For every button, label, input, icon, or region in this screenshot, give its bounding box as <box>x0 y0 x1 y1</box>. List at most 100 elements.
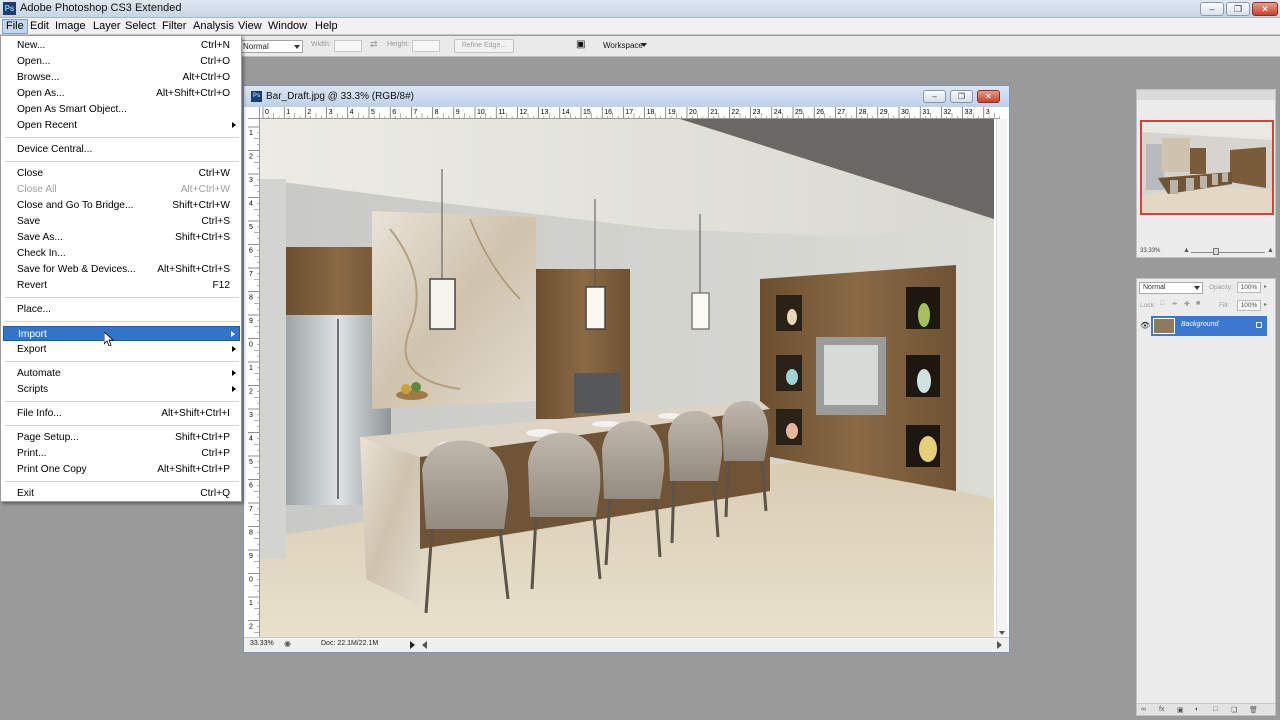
style-mode-select[interactable]: Normal <box>240 40 303 53</box>
delete-layer-icon[interactable]: 🗑 <box>1249 706 1258 714</box>
swap-icon[interactable]: ⇄ <box>370 39 378 50</box>
ruler-label: 2 <box>249 624 253 631</box>
navigator-panel-header[interactable] <box>1137 90 1275 100</box>
menu-select[interactable]: Select <box>122 19 159 34</box>
menu-item-scripts[interactable]: Scripts <box>3 382 240 397</box>
layer-visibility-eye-icon[interactable]: 👁 <box>1140 321 1150 330</box>
scroll-down-icon[interactable] <box>999 631 1005 635</box>
new-layer-icon[interactable]: ❏ <box>1231 706 1237 714</box>
blend-mode-select[interactable]: Normal <box>1139 282 1203 294</box>
menu-image[interactable]: Image <box>52 19 89 34</box>
lock-position-icon[interactable]: ✚ <box>1184 300 1190 308</box>
ruler-horizontal[interactable]: 0 1 2 3 4 5 6 7 8 9 10 11 12 13 14 15 16 17 18 19 20 21 22 23 24… <box>260 107 1000 119</box>
layer-style-icon[interactable]: fx <box>1159 706 1164 713</box>
ruler-vertical[interactable]: 1 2 3 4 5 6 7 8 9 0 1 2 3 4 5 6 7 8 9 0 1 2 <box>248 119 260 637</box>
ruler-label: 1 <box>249 365 253 372</box>
menu-item-exit[interactable]: Exit Ctrl+Q <box>3 486 240 501</box>
menu-filter[interactable]: Filter <box>159 19 189 34</box>
menu-separator <box>5 321 239 322</box>
doc-restore-button[interactable]: ❐ <box>950 90 973 103</box>
close-button[interactable]: ✕ <box>1252 2 1278 16</box>
menu-window[interactable]: Window <box>265 19 310 34</box>
menu-layer[interactable]: Layer <box>90 19 124 34</box>
menu-item-print-one-copy[interactable]: Print One Copy Alt+Shift+Ctrl+P <box>3 462 240 477</box>
ruler-label: 3 <box>249 412 253 419</box>
restore-button[interactable]: ❐ <box>1226 2 1250 16</box>
zoom-slider-track[interactable] <box>1191 252 1265 253</box>
menu-item-open-recent[interactable]: Open Recent <box>3 118 240 133</box>
lock-image-icon[interactable]: ✒ <box>1172 300 1178 308</box>
document-title-bar[interactable]: Ps Bar_Draft.jpg @ 33.3% (RGB/8#) – ❐ ✕ <box>244 86 1009 107</box>
minimize-button[interactable]: – <box>1200 2 1224 16</box>
menu-item-automate[interactable]: Automate <box>3 366 240 381</box>
ruler-label: 6 <box>249 483 253 490</box>
menu-item-close[interactable]: Close Ctrl+W <box>3 166 240 181</box>
menu-item-file-info[interactable]: File Info... Alt+Shift+Ctrl+I <box>3 406 240 421</box>
navigator-zoom-value[interactable]: 33.33% <box>1140 248 1160 254</box>
document-canvas[interactable] <box>260 119 994 637</box>
menu-item-shortcut: Ctrl+S <box>201 216 230 227</box>
link-layers-icon[interactable]: ∞ <box>1141 706 1146 713</box>
menu-view[interactable]: View <box>235 19 265 34</box>
zoom-level[interactable]: 33.33% <box>250 640 274 647</box>
menu-item-close-and-go-to-bridge[interactable]: Close and Go To Bridge... Shift+Ctrl+W <box>3 198 240 213</box>
ruler-label: 5 <box>371 109 375 116</box>
menu-item-save-as[interactable]: Save As... Shift+Ctrl+S <box>3 230 240 245</box>
menu-analysis[interactable]: Analysis <box>190 19 237 34</box>
lock-transparent-icon[interactable]: □ <box>1160 300 1164 307</box>
menu-item-import[interactable]: Import <box>3 326 240 341</box>
scroll-right-icon[interactable] <box>997 641 1002 649</box>
workspace-button[interactable]: Workspace <box>603 41 643 50</box>
menu-item-check-in[interactable]: Check In... <box>3 246 240 261</box>
ruler-label: 4 <box>249 436 253 443</box>
status-menu-arrow-icon[interactable] <box>410 641 415 649</box>
layer-row-background[interactable]: Background <box>1151 316 1267 336</box>
palette-well-icon[interactable]: ▣ <box>576 39 585 50</box>
layer-mask-icon[interactable]: ▣ <box>1177 706 1184 714</box>
width-field[interactable] <box>334 40 362 52</box>
menu-item-save-for-web-devices[interactable]: Save for Web & Devices... Alt+Shift+Ctrl+… <box>3 262 240 277</box>
menu-item-place[interactable]: Place... <box>3 302 240 317</box>
zoom-slider-handle[interactable] <box>1213 248 1219 255</box>
ruler-origin[interactable] <box>248 107 260 119</box>
menu-item-browse[interactable]: Browse... Alt+Ctrl+O <box>3 70 240 85</box>
menu-item-open-as-smart-object[interactable]: Open As Smart Object... <box>3 102 240 117</box>
opacity-label: Opacity: <box>1209 284 1233 291</box>
refine-edge-button[interactable]: Refine Edge... <box>454 39 514 53</box>
menu-help[interactable]: Help <box>312 19 341 34</box>
new-group-icon[interactable]: □ <box>1213 706 1217 713</box>
lock-all-icon[interactable]: ■ <box>1196 300 1200 307</box>
navigator-thumbnail[interactable] <box>1140 120 1274 215</box>
menu-item-export[interactable]: Export <box>3 342 240 357</box>
menu-separator <box>5 425 239 426</box>
menu-file[interactable]: File <box>2 19 28 34</box>
menu-item-page-setup[interactable]: Page Setup... Shift+Ctrl+P <box>3 430 240 445</box>
height-field[interactable] <box>412 40 440 52</box>
status-preview-icon[interactable]: ◉ <box>284 639 291 648</box>
menu-item-shortcut: Shift+Ctrl+W <box>172 200 230 211</box>
menu-edit[interactable]: Edit <box>27 19 52 34</box>
zoom-in-icon[interactable]: ▲ <box>1267 247 1274 254</box>
ruler-label: 10 <box>477 109 485 116</box>
doc-close-button[interactable]: ✕ <box>977 90 1000 103</box>
menu-item-new[interactable]: New... Ctrl+N <box>3 38 240 53</box>
adjustment-layer-icon[interactable]: ◐ <box>1195 706 1199 713</box>
opacity-arrow-icon[interactable]: ▸ <box>1264 283 1267 290</box>
menu-item-print[interactable]: Print... Ctrl+P <box>3 446 240 461</box>
scroll-left-icon[interactable] <box>422 641 427 649</box>
menu-item-revert[interactable]: Revert F12 <box>3 278 240 293</box>
navigator-panel: 33.33% ▲ ▲ <box>1136 89 1276 258</box>
opacity-field[interactable]: 100% <box>1237 282 1261 293</box>
vertical-scrollbar[interactable] <box>996 119 1007 637</box>
file-menu-dropdown: New... Ctrl+N Open... Ctrl+O Browse... Alt+Ct… <box>0 35 242 502</box>
menu-item-shortcut: Shift+Ctrl+S <box>175 232 230 243</box>
menu-item-save[interactable]: Save Ctrl+S <box>3 214 240 229</box>
menu-item-open[interactable]: Open... Ctrl+O <box>3 54 240 69</box>
fill-arrow-icon[interactable]: ▸ <box>1264 301 1267 308</box>
fill-field[interactable]: 100% <box>1237 300 1261 311</box>
doc-minimize-button[interactable]: – <box>923 90 946 103</box>
menu-item-device-central[interactable]: Device Central... <box>3 142 240 157</box>
app-title: Adobe Photoshop CS3 Extended <box>20 2 182 14</box>
zoom-out-icon[interactable]: ▲ <box>1183 247 1190 254</box>
menu-item-open-as[interactable]: Open As... Alt+Shift+Ctrl+O <box>3 86 240 101</box>
